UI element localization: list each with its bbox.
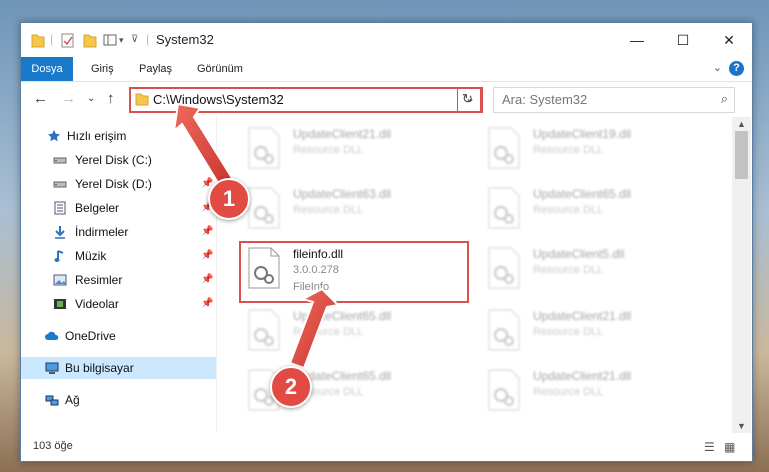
step-badge-2: 2 xyxy=(270,366,312,408)
arrow-2 xyxy=(288,287,341,370)
arrow-1 xyxy=(172,102,234,188)
annotation-arrows xyxy=(172,102,341,370)
step-badge-1: 1 xyxy=(208,178,250,220)
